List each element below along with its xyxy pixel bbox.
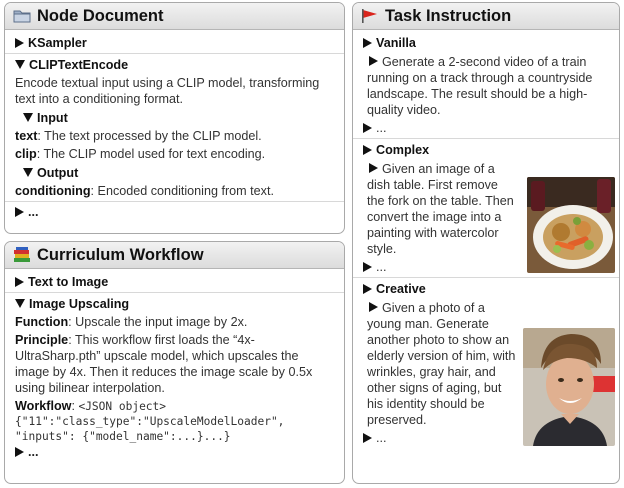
complex-item[interactable]: Complex xyxy=(363,141,610,158)
vanilla-item[interactable]: Vanilla xyxy=(363,34,610,51)
complex-label: Complex xyxy=(376,142,430,157)
expand-triangle-icon xyxy=(15,207,24,217)
text-to-image-item[interactable]: Text to Image xyxy=(15,273,335,290)
task-header: Task Instruction xyxy=(353,3,619,30)
json-line-1: {"11":"class_type":"UpscaleModelLoader", xyxy=(15,415,285,428)
collapse-triangle-icon xyxy=(23,113,33,122)
expand-triangle-icon xyxy=(363,144,372,155)
more-item[interactable]: ... xyxy=(15,204,335,220)
flag-icon xyxy=(361,8,379,24)
node-document-header: Node Document xyxy=(5,3,344,30)
node-document-panel: Node Document KSampler CLIPTextEncode En… xyxy=(4,2,345,234)
image-upscaling-item[interactable]: Image Upscaling xyxy=(15,295,335,312)
node-document-title: Node Document xyxy=(37,6,164,25)
expand-triangle-icon xyxy=(363,283,372,294)
image-upscaling-label: Image Upscaling xyxy=(29,296,130,311)
principle-text: Principle: This workflow first loads the… xyxy=(15,333,313,395)
collapse-triangle-icon xyxy=(15,299,25,308)
creative-label: Creative xyxy=(376,281,426,296)
expand-triangle-icon xyxy=(363,262,372,272)
young-man-photo xyxy=(523,328,615,446)
input-label: Input xyxy=(37,110,68,125)
more-label: ... xyxy=(28,445,39,459)
expand-triangle-icon xyxy=(363,123,372,133)
curriculum-header: Curriculum Workflow xyxy=(5,242,344,269)
curriculum-title: Curriculum Workflow xyxy=(37,245,204,264)
clip-label: CLIPTextEncode xyxy=(29,57,129,72)
text-param: text: The text processed by the CLIP mod… xyxy=(15,129,262,143)
input-item[interactable]: Input xyxy=(15,109,335,126)
collapse-triangle-icon xyxy=(15,60,25,69)
more-item[interactable]: ... xyxy=(15,444,335,460)
dish-image xyxy=(527,177,615,273)
books-icon xyxy=(13,247,31,263)
clip-description: Encode textual input using a CLIP model,… xyxy=(15,76,320,106)
collapse-triangle-icon xyxy=(23,168,33,177)
expand-triangle-icon xyxy=(15,447,24,457)
json-line-2: "inputs": {"model_name":...}...} xyxy=(15,430,231,443)
workflow-text: Workflow: <JSON object> xyxy=(15,399,167,413)
clip-item[interactable]: CLIPTextEncode xyxy=(15,56,335,73)
output-item[interactable]: Output xyxy=(15,164,335,181)
vanilla-more[interactable]: ... xyxy=(363,120,610,136)
more-label: ... xyxy=(28,205,39,219)
curriculum-workflow-panel: Curriculum Workflow Text to Image Image … xyxy=(4,241,345,484)
expand-triangle-icon xyxy=(363,37,372,48)
conditioning-param: conditioning: Encoded conditioning from … xyxy=(15,184,274,198)
expand-triangle-icon xyxy=(363,433,372,443)
creative-item[interactable]: Creative xyxy=(363,280,610,297)
text-to-image-label: Text to Image xyxy=(28,274,109,289)
folder-icon xyxy=(13,8,31,24)
complex-text: Given an image of a dish table. First re… xyxy=(367,162,514,256)
creative-text: Given a photo of a young man. Generate a… xyxy=(367,301,516,427)
output-label: Output xyxy=(37,165,79,180)
ksampler-label: KSampler xyxy=(28,35,87,50)
vanilla-text: Generate a 2-second video of a train run… xyxy=(367,55,593,117)
vanilla-label: Vanilla xyxy=(376,35,416,50)
task-instruction-panel: Task Instruction Vanilla Generate a 2-se… xyxy=(352,2,620,484)
function-text: Function: Upscale the input image by 2x. xyxy=(15,315,248,329)
clip-param: clip: The CLIP model used for text encod… xyxy=(15,147,266,161)
task-title: Task Instruction xyxy=(385,6,512,25)
expand-triangle-icon xyxy=(15,37,24,48)
expand-triangle-icon xyxy=(15,276,24,287)
ksampler-item[interactable]: KSampler xyxy=(15,34,335,51)
